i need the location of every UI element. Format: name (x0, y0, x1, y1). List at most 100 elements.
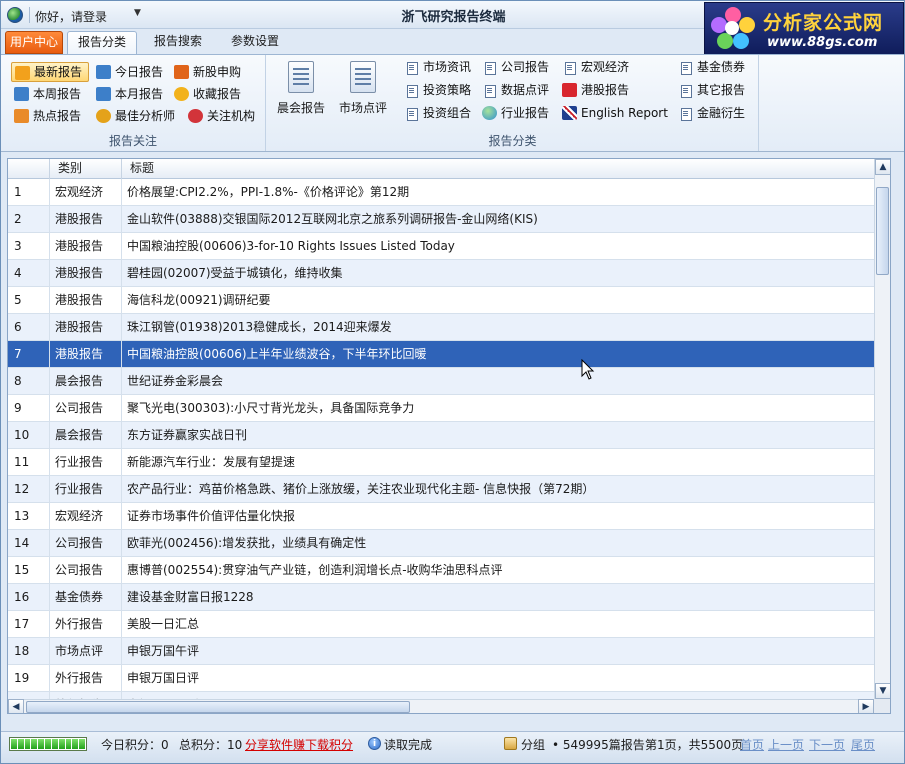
next-page-link[interactable]: 下一页 (809, 736, 845, 753)
row-number: 14 (14, 536, 30, 550)
new-badge-icon (174, 65, 189, 79)
morning-report-button[interactable]: 晨会报告 (271, 59, 331, 119)
prev-page-link[interactable]: 上一页 (768, 736, 804, 753)
table-row[interactable]: 3 港股报告 中国粮油控股(00606)3-for-10 Rights Issues… (8, 233, 874, 260)
best-analyst-button[interactable]: 最佳分析师 (93, 106, 175, 126)
week-report-button[interactable]: 本周报告 (11, 84, 81, 104)
table-row[interactable]: 2 港股报告 金山软件(03888)交银国际2012互联网北京之旅系列调研报告-金山… (8, 206, 874, 233)
document-icon (678, 60, 693, 75)
new-stock-button[interactable]: 新股申购 (171, 62, 241, 82)
data-comment-button[interactable]: 数据点评 (479, 80, 549, 100)
table-row[interactable]: 8 晨会报告 世纪证券金彩晨会 (8, 368, 874, 395)
column-divider (121, 449, 122, 475)
row-title: 海信科龙(00921)调研纪要 (127, 293, 271, 307)
button-label: 港股报告 (581, 83, 630, 97)
vertical-scroll-thumb[interactable] (876, 187, 889, 275)
button-label: 公司报告 (501, 60, 550, 74)
table-row[interactable]: 12 行业报告 农产品行业：鸡苗价格急跌、猪价上涨放缓，关注农业现代化主题- 信息快… (8, 476, 874, 503)
row-title: 证券市场事件价值评估量化快报 (127, 509, 296, 523)
row-category: 港股报告 (55, 239, 104, 253)
share-software-link[interactable]: 分享软件赚下载积分 (245, 736, 353, 753)
table-row[interactable]: 13 宏观经济 证券市场事件价值评估量化快报 (8, 503, 874, 530)
page-info: 第1页，共5500页 (645, 738, 744, 752)
first-page-link[interactable]: 首页 (740, 736, 764, 753)
total-points: 总积分：10 (179, 738, 243, 752)
other-report-button[interactable]: 其它报告 (675, 80, 745, 100)
header-title[interactable]: 标题 (122, 159, 874, 179)
strategy-button[interactable]: 投资策略 (401, 80, 471, 100)
header-category[interactable]: 类别 (50, 159, 122, 179)
table-row[interactable]: 1 宏观经济 价格展望:CPI2.2%，PPI-1.8%-《价格评论》第12期 (8, 179, 874, 206)
favorite-report-button[interactable]: 收藏报告 (171, 84, 241, 104)
fund-bond-button[interactable]: 基金债券 (675, 57, 745, 77)
row-number: 16 (14, 590, 30, 604)
table-row[interactable]: 5 港股报告 海信科龙(00921)调研纪要 (8, 287, 874, 314)
row-category: 晨会报告 (55, 428, 104, 442)
hk-report-button[interactable]: 港股报告 (559, 80, 629, 100)
company-report-button[interactable]: 公司报告 (479, 57, 549, 77)
row-number: 15 (14, 563, 30, 577)
ribbon-group-focus: 最新报告 今日报告 新股申购 本周报告 本月报告 收藏报告 热点报告 最佳分析师… (1, 55, 266, 151)
column-divider (121, 206, 122, 232)
market-news-button[interactable]: 市场资讯 (401, 57, 471, 77)
row-category: 基金债券 (55, 590, 104, 604)
row-number: 1 (14, 185, 22, 199)
tab-settings[interactable]: 参数设置 (219, 31, 291, 54)
column-divider (121, 233, 122, 259)
followed-institution-button[interactable]: 关注机构 (185, 106, 255, 126)
progress-segment (72, 739, 79, 749)
row-number: 11 (14, 455, 30, 469)
last-page-link[interactable]: 尾页 (851, 736, 875, 753)
month-report-button[interactable]: 本月报告 (93, 84, 163, 104)
row-category: 外行报告 (55, 671, 104, 685)
button-label: 市场资讯 (423, 60, 472, 74)
calendar-day-icon (96, 65, 111, 79)
row-category: 公司报告 (55, 563, 104, 577)
latest-report-button[interactable]: 最新报告 (11, 62, 89, 82)
progress-segment (11, 739, 17, 749)
button-label: 宏观经济 (581, 60, 630, 74)
today-report-button[interactable]: 今日报告 (93, 62, 163, 82)
industry-report-button[interactable]: 行业报告 (479, 103, 549, 123)
derivatives-button[interactable]: 金融衍生 (675, 103, 745, 123)
scroll-up-icon[interactable]: ▲ (875, 159, 890, 175)
tab-user-center[interactable]: 用户中心 (5, 31, 63, 54)
table-row[interactable]: 11 行业报告 新能源汽车行业：发展有望提速 (8, 449, 874, 476)
table-row[interactable]: 18 市场点评 申银万国午评 (8, 638, 874, 665)
table-row[interactable]: 6 港股报告 珠江钢管(01938)2013稳健成长，2014迎来爆发 (8, 314, 874, 341)
vertical-scrollbar[interactable]: ▲ ▼ (874, 159, 890, 699)
table-row[interactable]: 4 港股报告 碧桂园(02007)受益于城镇化，维持收集 (8, 260, 874, 287)
table-row[interactable]: 9 公司报告 聚飞光电(300303):小尺寸背光龙头，具备国际竞争力 (8, 395, 874, 422)
group-button[interactable]: 分组 (521, 736, 545, 753)
table-row[interactable]: 14 公司报告 欧菲光(002456):增发获批，业绩具有确定性 (8, 530, 874, 557)
row-category: 外行报告 (55, 617, 104, 631)
group-icon[interactable] (504, 737, 517, 750)
tab-report-search[interactable]: 报告搜索 (143, 31, 213, 54)
table-row[interactable]: 16 基金债券 建设基金财富日报1228 (8, 584, 874, 611)
table-row[interactable]: 10 晨会报告 东方证券赢家实战日刊 (8, 422, 874, 449)
table-row[interactable]: 17 外行报告 美股一日汇总 (8, 611, 874, 638)
market-comment-button[interactable]: 市场点评 (333, 59, 393, 119)
portfolio-button[interactable]: 投资组合 (401, 103, 471, 123)
scroll-down-icon[interactable]: ▼ (875, 683, 890, 699)
button-label: 最佳分析师 (115, 109, 176, 123)
row-number: 8 (14, 374, 22, 388)
macro-economy-button[interactable]: 宏观经济 (559, 57, 629, 77)
table-row[interactable]: 19 外行报告 申银万国日评 (8, 665, 874, 692)
tab-report-category[interactable]: 报告分类 (67, 31, 137, 55)
row-category: 行业报告 (55, 482, 104, 496)
row-category: 晨会报告 (55, 374, 104, 388)
hot-report-button[interactable]: 热点报告 (11, 106, 81, 126)
row-number: 10 (14, 428, 30, 442)
table-row[interactable]: 15 公司报告 惠博普(002554):贯穿油气产业链，创造利润增长点-收购华油思科… (8, 557, 874, 584)
row-category: 港股报告 (55, 266, 104, 280)
scroll-left-icon[interactable]: ◀ (8, 699, 24, 713)
scroll-right-icon[interactable]: ▶ (858, 699, 874, 713)
table-row[interactable]: 7 港股报告 中国粮油控股(00606)上半年业绩波谷，下半年环比回暖 (8, 341, 874, 368)
horizontal-scrollbar[interactable]: ◀ ▶ (8, 699, 874, 713)
calendar-week-icon (14, 87, 29, 101)
horizontal-scroll-thumb[interactable] (26, 701, 410, 713)
header-number[interactable] (8, 159, 50, 179)
english-report-button[interactable]: English Report (559, 103, 668, 123)
row-number: 18 (14, 644, 30, 658)
